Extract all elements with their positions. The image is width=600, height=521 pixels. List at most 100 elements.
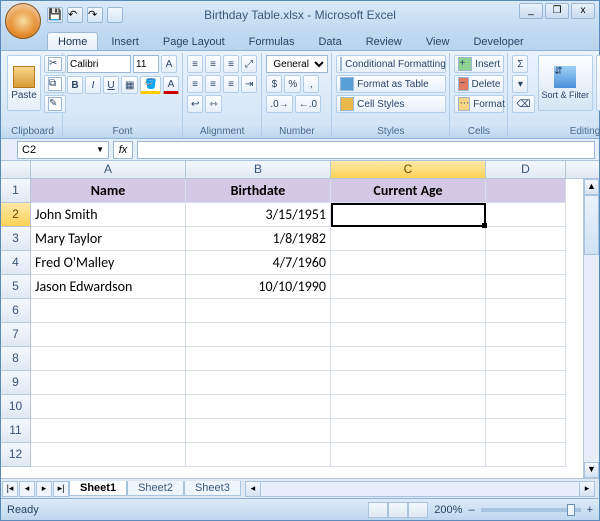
zoom-knob[interactable] [567, 504, 575, 516]
autosum-button[interactable]: Σ [512, 55, 528, 73]
row-header-2[interactable]: 2 [1, 203, 31, 227]
cell-c4[interactable] [331, 251, 486, 275]
cell-b4[interactable]: 4/7/1960 [186, 251, 331, 275]
align-center-button[interactable]: ≡ [205, 75, 221, 93]
cell-a4[interactable]: Fred O'Malley [31, 251, 186, 275]
decrease-decimal-button[interactable]: ←.0 [295, 95, 321, 113]
italic-button[interactable]: I [85, 76, 101, 94]
find-select-button[interactable]: 🔍 Find & Select [596, 55, 600, 111]
merge-button[interactable]: ⇿ [205, 95, 221, 113]
sheet-nav-prev[interactable]: ◂ [19, 481, 35, 497]
zoom-out-button[interactable]: – [468, 504, 474, 516]
qat-undo-icon[interactable]: ↶ [67, 7, 83, 23]
wrap-text-button[interactable]: ↩ [187, 95, 203, 113]
font-color-button[interactable]: A [163, 76, 179, 94]
cell-c5[interactable] [331, 275, 486, 299]
cell-d2[interactable] [486, 203, 566, 227]
border-button[interactable]: ▦ [121, 76, 138, 94]
col-header-d[interactable]: D [486, 161, 566, 178]
fill-button[interactable]: ▾ [512, 75, 528, 93]
scroll-up-button[interactable]: ▲ [584, 179, 599, 195]
sort-filter-button[interactable]: ⇵ Sort & Filter [538, 55, 594, 111]
maximize-button[interactable]: ❐ [545, 3, 569, 19]
row-header-7[interactable]: 7 [1, 323, 31, 347]
cell-a1[interactable]: Name [31, 179, 186, 203]
hscroll-right[interactable]: ▸ [579, 481, 595, 497]
cell-c3[interactable] [331, 227, 486, 251]
scroll-thumb[interactable] [584, 195, 599, 255]
scroll-down-button[interactable]: ▼ [584, 462, 599, 478]
qat-save-icon[interactable]: 💾 [47, 7, 63, 23]
row-header-5[interactable]: 5 [1, 275, 31, 299]
currency-button[interactable]: $ [266, 75, 282, 93]
col-header-c[interactable]: C [331, 161, 486, 178]
orientation-button[interactable]: ⤢ [241, 55, 257, 73]
row-header-6[interactable]: 6 [1, 299, 31, 323]
row-header-8[interactable]: 8 [1, 347, 31, 371]
row-header-11[interactable]: 11 [1, 419, 31, 443]
sheet-nav-next[interactable]: ▸ [36, 481, 52, 497]
cell-b5[interactable]: 10/10/1990 [186, 275, 331, 299]
sheet-tab-3[interactable]: Sheet3 [184, 481, 241, 496]
cell-styles-button[interactable]: Cell Styles [336, 95, 446, 113]
hscroll-left[interactable]: ◂ [245, 481, 261, 497]
view-normal-button[interactable] [368, 502, 388, 518]
increase-font-button[interactable]: A [161, 55, 177, 73]
cell-a5[interactable]: Jason Edwardson [31, 275, 186, 299]
cell-c1[interactable]: Current Age [331, 179, 486, 203]
formula-input[interactable] [137, 141, 595, 159]
tab-review[interactable]: Review [355, 32, 413, 50]
sheet-nav-first[interactable]: |◂ [2, 481, 18, 497]
tab-data[interactable]: Data [307, 32, 352, 50]
row-header-3[interactable]: 3 [1, 227, 31, 251]
align-left-button[interactable]: ≡ [187, 75, 203, 93]
paste-button[interactable]: Paste [7, 55, 41, 111]
row-header-10[interactable]: 10 [1, 395, 31, 419]
minimize-button[interactable]: _ [519, 3, 543, 19]
select-all-corner[interactable] [1, 161, 31, 178]
cell-d1[interactable] [486, 179, 566, 203]
col-header-a[interactable]: A [31, 161, 186, 178]
conditional-formatting-button[interactable]: Conditional Formatting [336, 55, 446, 73]
cell-a3[interactable]: Mary Taylor [31, 227, 186, 251]
qat-customize-icon[interactable] [107, 7, 123, 23]
vertical-scrollbar[interactable]: ▲ ▼ [583, 179, 599, 478]
align-right-button[interactable]: ≡ [223, 75, 239, 93]
bold-button[interactable]: B [67, 76, 83, 94]
tab-page-layout[interactable]: Page Layout [152, 32, 236, 50]
align-mid-button[interactable]: ≡ [205, 55, 221, 73]
cell-b2[interactable]: 3/15/1951 [186, 203, 331, 227]
zoom-slider[interactable] [481, 508, 581, 512]
align-top-button[interactable]: ≡ [187, 55, 203, 73]
tab-formulas[interactable]: Formulas [238, 32, 306, 50]
col-header-b[interactable]: B [186, 161, 331, 178]
font-size-input[interactable] [133, 55, 159, 73]
cell-c2[interactable] [331, 203, 486, 227]
view-page-layout-button[interactable] [388, 502, 408, 518]
comma-button[interactable]: , [303, 75, 319, 93]
row-header-4[interactable]: 4 [1, 251, 31, 275]
row-header-9[interactable]: 9 [1, 371, 31, 395]
tab-home[interactable]: Home [47, 32, 98, 50]
tab-developer[interactable]: Developer [462, 32, 534, 50]
underline-button[interactable]: U [103, 76, 119, 94]
tab-insert[interactable]: Insert [100, 32, 150, 50]
horizontal-scrollbar[interactable]: ◂ ▸ [245, 481, 595, 497]
zoom-label[interactable]: 200% [434, 504, 462, 516]
sheet-tab-2[interactable]: Sheet2 [127, 481, 184, 496]
percent-button[interactable]: % [284, 75, 301, 93]
tab-view[interactable]: View [415, 32, 461, 50]
cell-a2[interactable]: John Smith [31, 203, 186, 227]
format-cells-button[interactable]: ⋯ Format [454, 95, 504, 113]
indent-button[interactable]: ⇥ [241, 75, 257, 93]
fill-color-button[interactable]: 🪣 [140, 76, 160, 94]
font-name-input[interactable] [67, 55, 131, 73]
delete-cells-button[interactable]: − Delete [454, 75, 504, 93]
fx-button[interactable]: fx [113, 141, 133, 159]
sheet-nav-last[interactable]: ▸| [53, 481, 69, 497]
hscroll-track[interactable] [261, 481, 579, 497]
qat-redo-icon[interactable]: ↷ [87, 7, 103, 23]
zoom-in-button[interactable]: + [587, 504, 593, 516]
sheet-tab-1[interactable]: Sheet1 [69, 481, 127, 496]
close-button[interactable]: x [571, 3, 595, 19]
